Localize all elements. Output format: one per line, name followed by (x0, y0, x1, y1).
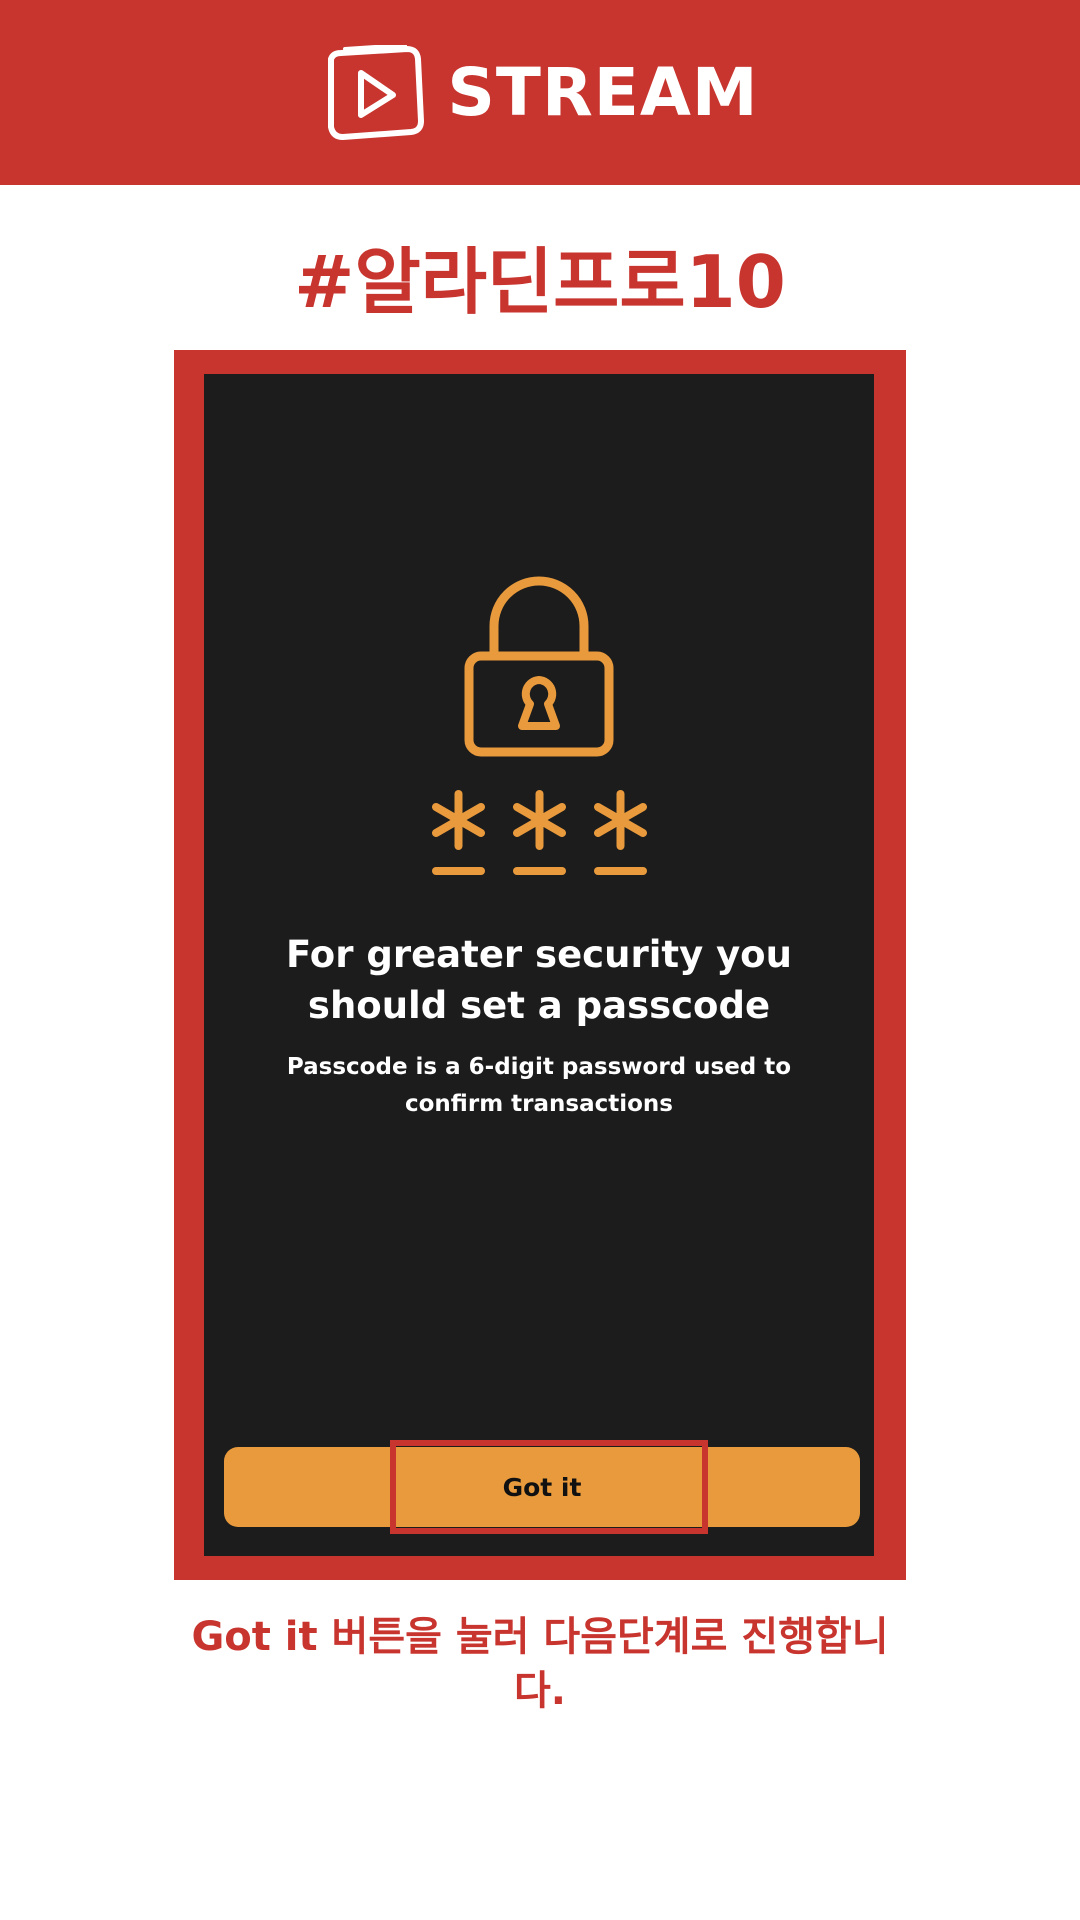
play-screen-icon (328, 44, 425, 140)
passcode-placeholder (204, 789, 874, 879)
hashtag-title: #알라딘프로10 (294, 240, 786, 324)
got-it-button[interactable]: Got it (224, 1447, 860, 1527)
instruction-caption: Got it 버튼을 눌러 다음단계로 진행합니다. (191, 1614, 889, 1714)
asterisk-passcode-icon (431, 790, 485, 875)
passcode-screen: For greater security you should set a pa… (204, 374, 874, 1556)
asterisk-passcode-icon (593, 790, 647, 875)
app-header: STREAM (0, 0, 1080, 185)
padlock-icon (464, 576, 614, 757)
stream-logo: STREAM (321, 44, 759, 141)
asterisk-passcode-icon (512, 790, 566, 875)
brand-name: STREAM (447, 53, 759, 131)
passcode-description: Passcode is a 6-digit password used to c… (286, 1054, 792, 1117)
security-headline: For greater security you should set a pa… (286, 933, 792, 1027)
screenshot-frame: For greater security you should set a pa… (174, 350, 906, 1580)
